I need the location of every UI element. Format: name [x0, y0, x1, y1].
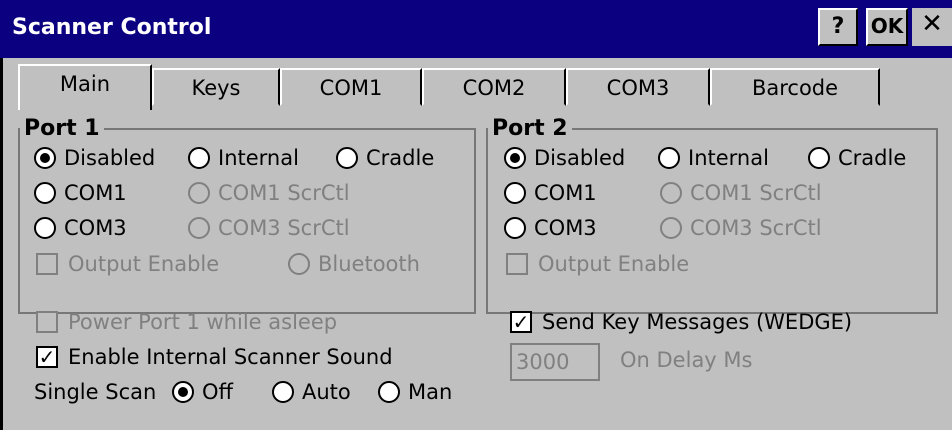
- port1-radio-com1[interactable]: COM1: [34, 178, 127, 208]
- radio-icon: [34, 217, 56, 239]
- checkbox-icon: [36, 253, 58, 275]
- checkbox-checked-icon: ✓: [510, 311, 532, 333]
- single-scan-radio-man[interactable]: Man: [378, 377, 452, 407]
- port2-radio-disabled[interactable]: Disabled: [504, 143, 625, 173]
- close-icon[interactable]: ✕: [912, 8, 952, 46]
- window-title: Scanner Control: [12, 15, 212, 40]
- radio-icon: [288, 253, 310, 275]
- on-delay-input: 3000: [510, 343, 600, 381]
- tab-com3[interactable]: COM3: [566, 68, 710, 106]
- tab-keys[interactable]: Keys: [152, 68, 280, 106]
- single-scan-label: Single Scan: [34, 380, 157, 404]
- radio-icon: [34, 182, 56, 204]
- radio-icon: [188, 182, 210, 204]
- single-scan-radio-auto[interactable]: Auto: [272, 377, 351, 407]
- port1-radio-cradle[interactable]: Cradle: [336, 143, 434, 173]
- radio-icon: [336, 147, 358, 169]
- port2-radio-cradle[interactable]: Cradle: [808, 143, 906, 173]
- radio-icon: [660, 217, 682, 239]
- tab-com1[interactable]: COM1: [280, 68, 422, 106]
- radio-icon: [504, 217, 526, 239]
- power-port1-checkbox: Power Port 1 while asleep: [36, 307, 337, 337]
- port2-radio-internal[interactable]: Internal: [658, 143, 769, 173]
- port1-radio-internal[interactable]: Internal: [188, 143, 299, 173]
- port1-radio-com3-scrctl: COM3 ScrCtl: [188, 213, 350, 243]
- radio-icon: [272, 381, 294, 403]
- radio-icon: [660, 182, 682, 204]
- port1-radio-com3[interactable]: COM3: [34, 213, 127, 243]
- tab-main[interactable]: Main: [18, 64, 152, 110]
- port2-radio-com3[interactable]: COM3: [504, 213, 597, 243]
- port2-legend: Port 2: [492, 116, 568, 141]
- radio-icon: [658, 147, 680, 169]
- port2-radio-com1[interactable]: COM1: [504, 178, 597, 208]
- single-scan-radio-off[interactable]: Off: [172, 377, 233, 407]
- checkbox-checked-icon: ✓: [36, 346, 58, 368]
- help-button[interactable]: ?: [818, 8, 858, 46]
- port1-output-enable-checkbox: Output Enable: [36, 249, 219, 279]
- tab-barcode[interactable]: Barcode: [710, 68, 880, 106]
- title-bar: Scanner Control ? OK ✕: [0, 0, 952, 58]
- send-key-messages-checkbox[interactable]: ✓ Send Key Messages (WEDGE): [510, 307, 852, 337]
- radio-icon: [188, 217, 210, 239]
- radio-icon: [808, 147, 830, 169]
- radio-selected-icon: [504, 147, 526, 169]
- port1-radio-bluetooth: Bluetooth: [288, 249, 420, 279]
- tab-com2[interactable]: COM2: [422, 68, 566, 106]
- port1-radio-disabled[interactable]: Disabled: [34, 143, 155, 173]
- radio-icon: [378, 381, 400, 403]
- port2-radio-com3-scrctl: COM3 ScrCtl: [660, 213, 822, 243]
- radio-icon: [504, 182, 526, 204]
- checkbox-icon: [506, 253, 528, 275]
- on-delay-label: On Delay Ms: [620, 348, 753, 372]
- port2-output-enable-checkbox: Output Enable: [506, 249, 689, 279]
- radio-selected-icon: [34, 147, 56, 169]
- enable-sound-checkbox[interactable]: ✓ Enable Internal Scanner Sound: [36, 342, 393, 372]
- port1-legend: Port 1: [24, 116, 100, 141]
- ok-button[interactable]: OK: [866, 8, 908, 46]
- port1-radio-com1-scrctl: COM1 ScrCtl: [188, 178, 350, 208]
- radio-icon: [188, 147, 210, 169]
- radio-selected-icon: [172, 381, 194, 403]
- port2-radio-com1-scrctl: COM1 ScrCtl: [660, 178, 822, 208]
- checkbox-icon: [36, 311, 58, 333]
